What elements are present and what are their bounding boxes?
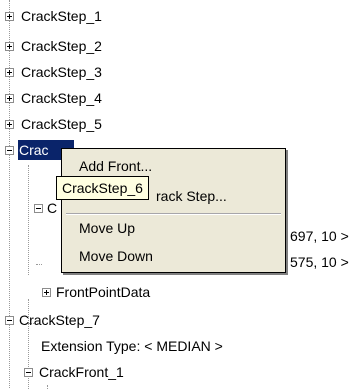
menu-item-move-up[interactable]: Move Up	[79, 216, 135, 240]
expand-plus-icon[interactable]	[5, 68, 14, 77]
menu-item-move-down[interactable]: Move Down	[79, 244, 153, 268]
tree-item-label[interactable]: CrackFront_1	[38, 362, 125, 382]
tree-item[interactable]: CrackStep_3	[0, 62, 200, 82]
tree-item[interactable]: CrackStep_1	[0, 6, 200, 26]
tree-item-label[interactable]: C	[46, 198, 58, 218]
collapse-minus-icon[interactable]	[5, 146, 14, 155]
expand-plus-icon[interactable]	[5, 120, 14, 129]
tree-item-label[interactable]: CrackStep_1	[20, 6, 103, 26]
tooltip: CrackStep_6	[56, 176, 149, 200]
tree-item[interactable]: CrackStep_4	[0, 88, 200, 108]
tree-item-label[interactable]: CrackStep_2	[20, 36, 103, 56]
tree-connector	[47, 385, 48, 389]
tree-item-label[interactable]: CrackStep_3	[20, 62, 103, 82]
expand-plus-icon[interactable]	[5, 12, 14, 21]
menu-separator	[66, 213, 281, 215]
tree-item[interactable]: CrackStep_2	[0, 36, 200, 56]
tree-item-label[interactable]: CrackStep_5	[20, 114, 103, 134]
crack-step-tree: CrackStep_1 CrackStep_2 CrackStep_3 Crac…	[0, 0, 362, 389]
tree-item-label[interactable]: CrackStep_7	[18, 310, 101, 330]
collapse-minus-icon[interactable]	[5, 316, 14, 325]
collapse-minus-icon[interactable]	[34, 204, 43, 213]
expand-plus-icon[interactable]	[42, 288, 51, 297]
tree-item[interactable]: FrontPointData	[0, 282, 220, 302]
tree-item-label[interactable]: CrackStep_4	[20, 88, 103, 108]
menu-item-crack-step[interactable]: rack Step...	[156, 184, 227, 208]
tree-item[interactable]: Extension Type: < MEDIAN >	[0, 336, 300, 356]
tree-item[interactable]: CrackFront_1	[0, 362, 200, 382]
tree-item[interactable]: CrackStep_7	[0, 310, 200, 330]
expand-plus-icon[interactable]	[5, 94, 14, 103]
menu-item-add-front[interactable]: Add Front...	[79, 154, 152, 178]
tree-item-label[interactable]: FrontPointData	[55, 282, 151, 302]
tree-item-label[interactable]: Extension Type: < MEDIAN >	[40, 336, 224, 356]
tree-item-label[interactable]: 697, 10 >	[289, 226, 350, 246]
collapse-minus-icon[interactable]	[24, 368, 33, 377]
tree-item[interactable]: CrackStep_5	[0, 114, 200, 134]
tree-item-label[interactable]: 575, 10 >	[289, 252, 350, 272]
context-menu: Add Front... rack Step... Move Up Move D…	[61, 148, 286, 273]
expand-plus-icon[interactable]	[5, 42, 14, 51]
